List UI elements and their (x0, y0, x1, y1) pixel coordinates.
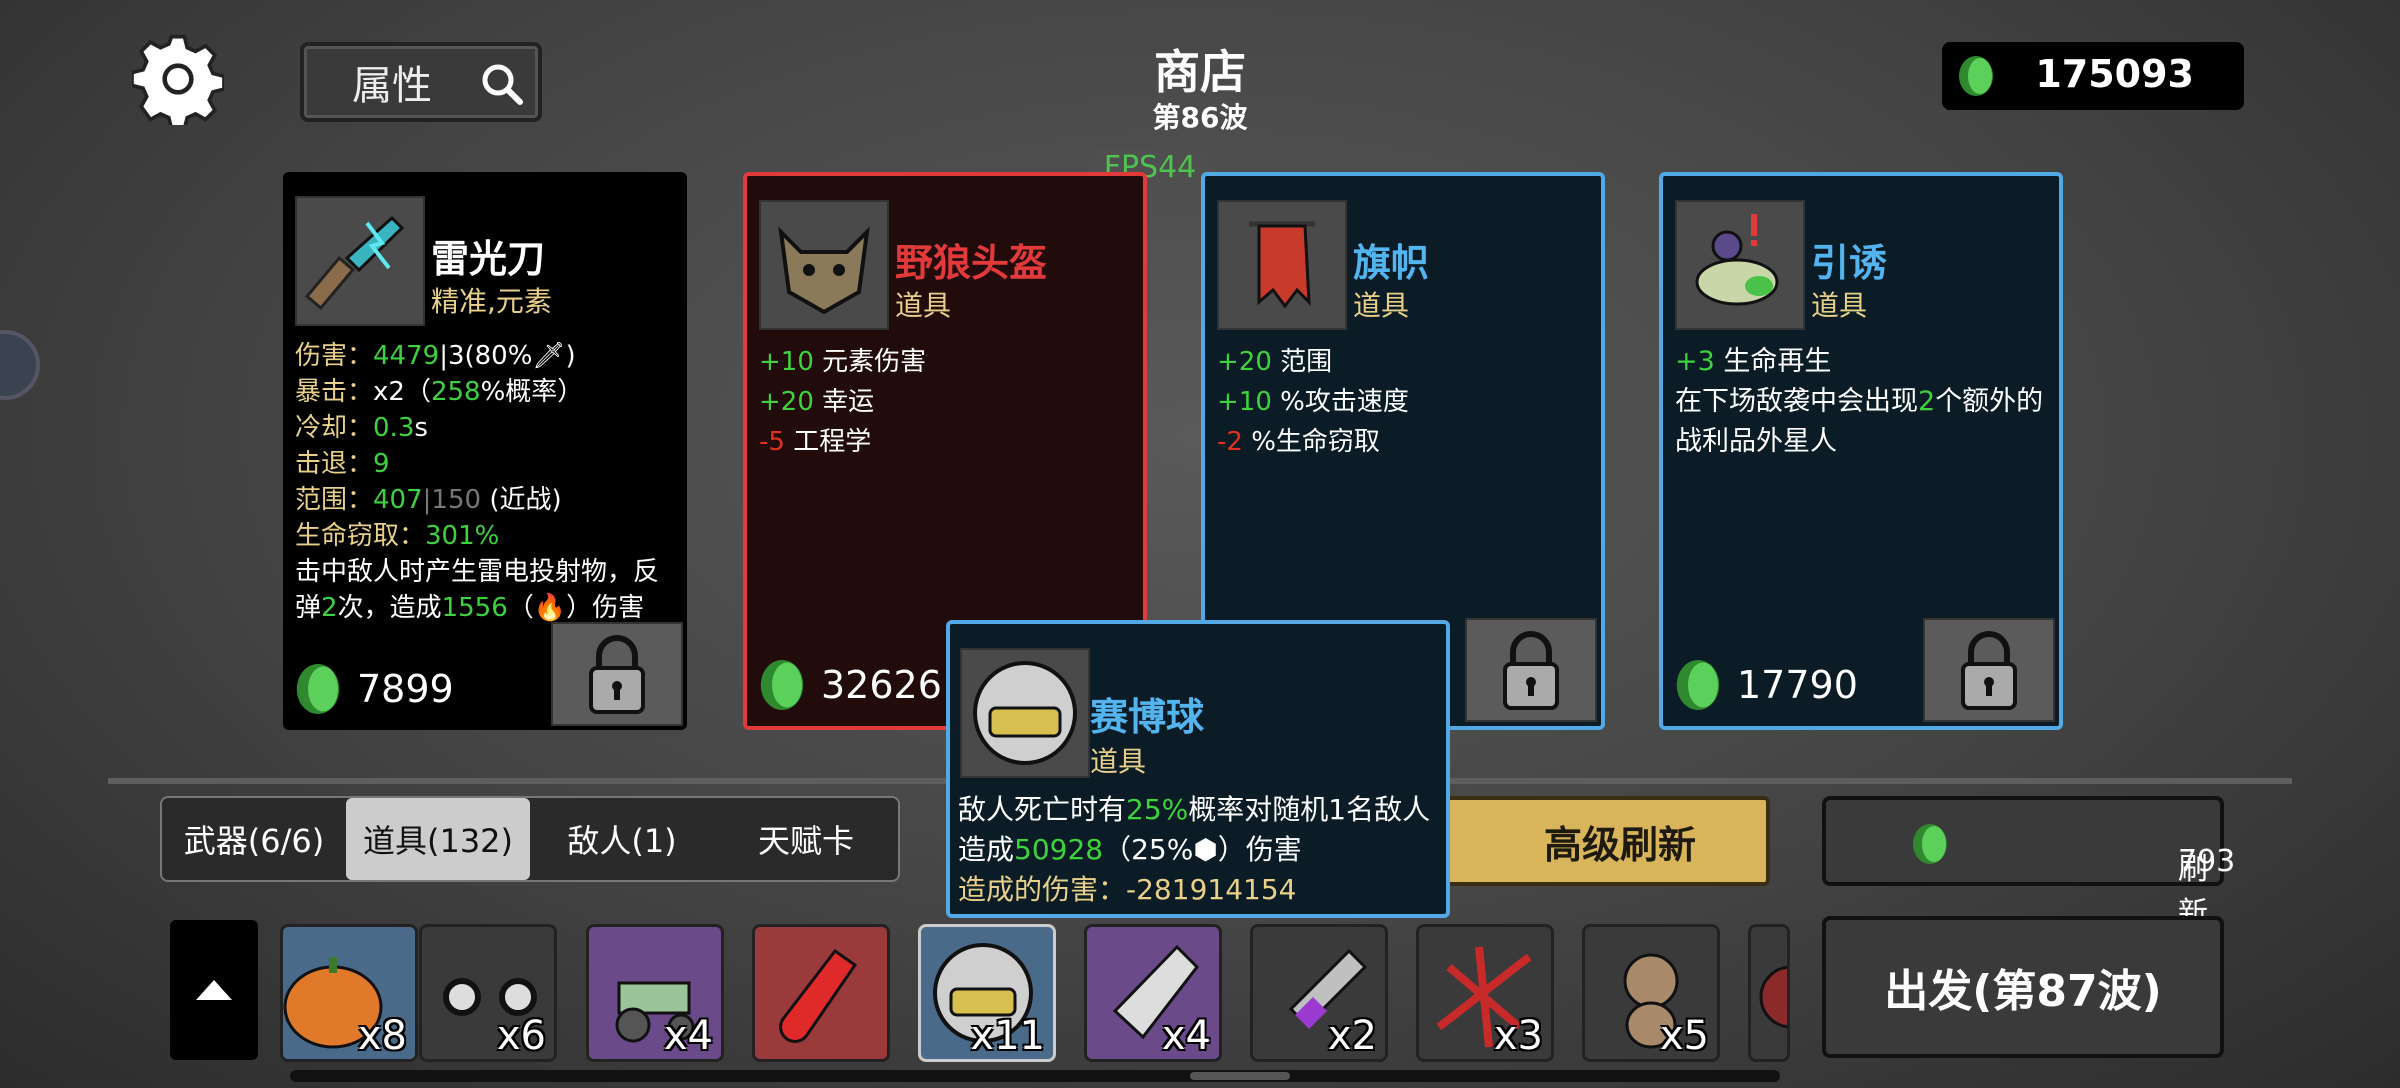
fire-icon: 🔥 (533, 593, 567, 623)
inventory-tabs: 武器(6/6) 道具(132) 敌人(1) 天赋卡 (160, 796, 900, 882)
tooltip-item-type: 道具 (1090, 745, 1147, 778)
inventory-scrollbar[interactable] (290, 1070, 1780, 1082)
inventory-item[interactable]: x4 (586, 924, 724, 1062)
price: 32626 (757, 656, 942, 714)
coin-icon (1676, 660, 1720, 710)
sword-icon: 🗡 (532, 341, 566, 371)
item-type: 精准,元素 (431, 285, 552, 318)
lock-icon (589, 635, 645, 714)
advanced-refresh-button[interactable]: 高级刷新 (1430, 796, 1770, 886)
spider-icon (1759, 965, 1787, 1029)
item-effects: +10 元素伤害 +20 幸运 -5 工程学 (759, 347, 927, 457)
lock-icon (1503, 631, 1559, 710)
weapon-stats: 伤害：4479|3(80%🗡) 暴击：x2（258%概率） 冷却：0.3s 击退… (295, 338, 677, 626)
item-name: 雷光刀 (431, 237, 546, 281)
item-type: 道具 (895, 289, 952, 322)
item-name: 旗帜 (1353, 241, 1430, 285)
stat-knockback: 击退：9 (295, 449, 390, 479)
cyber-ball-icon (960, 648, 1090, 778)
item-name: 引诱 (1811, 241, 1888, 285)
item-effects: +20 范围 +10 %攻击速度 -2 %生命窃取 (1217, 347, 1409, 457)
dice-icon: ⬢ (1193, 833, 1218, 866)
inventory-item-selected[interactable]: x11 (918, 924, 1056, 1062)
scrollbar-thumb[interactable] (1190, 1072, 1290, 1080)
item-type: 道具 (1811, 289, 1868, 322)
inventory-item[interactable]: x4 (1084, 924, 1222, 1062)
search-icon (482, 64, 523, 105)
wolf-helmet-icon (759, 200, 889, 330)
stat-crit: 暴击：x2（258%概率） (295, 377, 584, 407)
stat-range: 范围：407|150 (近战) (295, 485, 562, 515)
start-wave-button[interactable]: 出发(第87波) (1822, 916, 2224, 1058)
coin-icon (1913, 824, 1947, 864)
lure-icon (1675, 200, 1805, 330)
tab-talent-cards[interactable]: 天赋卡 (714, 798, 898, 880)
tooltip-description: 敌人死亡时有25%概率对随机1名敌人造成50928（25%⬢）伤害 造成的伤害：… (958, 793, 1431, 906)
flag-icon (1217, 200, 1347, 330)
lock-button[interactable] (1923, 618, 2055, 722)
refresh-button[interactable]: 793 刷新 (1822, 796, 2236, 931)
inventory-item[interactable]: x6 (419, 924, 557, 1062)
weapon-description: 击中敌人时产生雷电投射物，反弹2次，造成1556（🔥）伤害 (295, 557, 660, 623)
tab-weapons[interactable]: 武器(6/6) (162, 798, 346, 880)
attribute-label: 属性 (352, 63, 432, 109)
coin-icon (1959, 56, 1993, 96)
item-effects: +3 生命再生 在下场敌袭中会出现2个额外的战利品外星人 (1675, 346, 2044, 457)
currency-value: 175093 (2035, 52, 2194, 96)
shop-card-weapon[interactable]: 雷光刀 精准,元素 伤害：4479|3(80%🗡) 暴击：x2（258%概率） … (283, 172, 687, 730)
gear-icon[interactable] (130, 33, 226, 131)
attribute-search-button[interactable]: 属性 (300, 42, 542, 122)
lock-button[interactable] (551, 622, 683, 726)
currency-display: 175093 (1942, 42, 2244, 110)
price: 7899 (293, 660, 454, 718)
inventory-item[interactable]: x5 (1582, 924, 1720, 1062)
coin-icon (760, 660, 804, 710)
lock-icon (1961, 631, 2017, 710)
inventory-item[interactable] (1748, 924, 1790, 1062)
refresh-cost: 793 刷新 (2178, 844, 2236, 931)
inventory-item[interactable] (752, 924, 890, 1062)
item-name: 野狼头盔 (895, 241, 1048, 285)
stat-cooldown: 冷却：0.3s (295, 413, 428, 443)
tab-enemies[interactable]: 敌人(1) (530, 798, 714, 880)
inventory-item[interactable]: x2 (1250, 924, 1388, 1062)
potion-icon (779, 948, 858, 1043)
thunder-blade-icon (295, 196, 425, 326)
stat-lifesteal: 生命窃取：301% (295, 521, 500, 551)
tooltip-item-name: 赛博球 (1090, 695, 1205, 739)
shop-card-lure[interactable]: 引诱 道具 +3 生命再生 在下场敌袭中会出现2个额外的战利品外星人 17790 (1659, 172, 2063, 730)
price: 17790 (1673, 656, 1858, 714)
stat-damage: 伤害：4479|3(80%🗡) (295, 341, 576, 371)
tab-items[interactable]: 道具(132) (346, 798, 530, 880)
page-title: 商店 (1154, 45, 1246, 99)
coin-icon (296, 664, 340, 714)
item-tooltip: 赛博球 道具 敌人死亡时有25%概率对随机1名敌人造成50928（25%⬢）伤害… (946, 620, 1450, 918)
inventory-item[interactable]: x8 (280, 924, 418, 1062)
triangle-up-icon (196, 980, 232, 1000)
lock-button[interactable] (1465, 618, 1597, 722)
wave-number: 第86波 (1152, 101, 1248, 134)
expand-button[interactable] (170, 920, 258, 1060)
item-type: 道具 (1353, 289, 1410, 322)
side-orb-icon[interactable] (0, 330, 40, 400)
inventory-item[interactable]: x3 (1416, 924, 1554, 1062)
